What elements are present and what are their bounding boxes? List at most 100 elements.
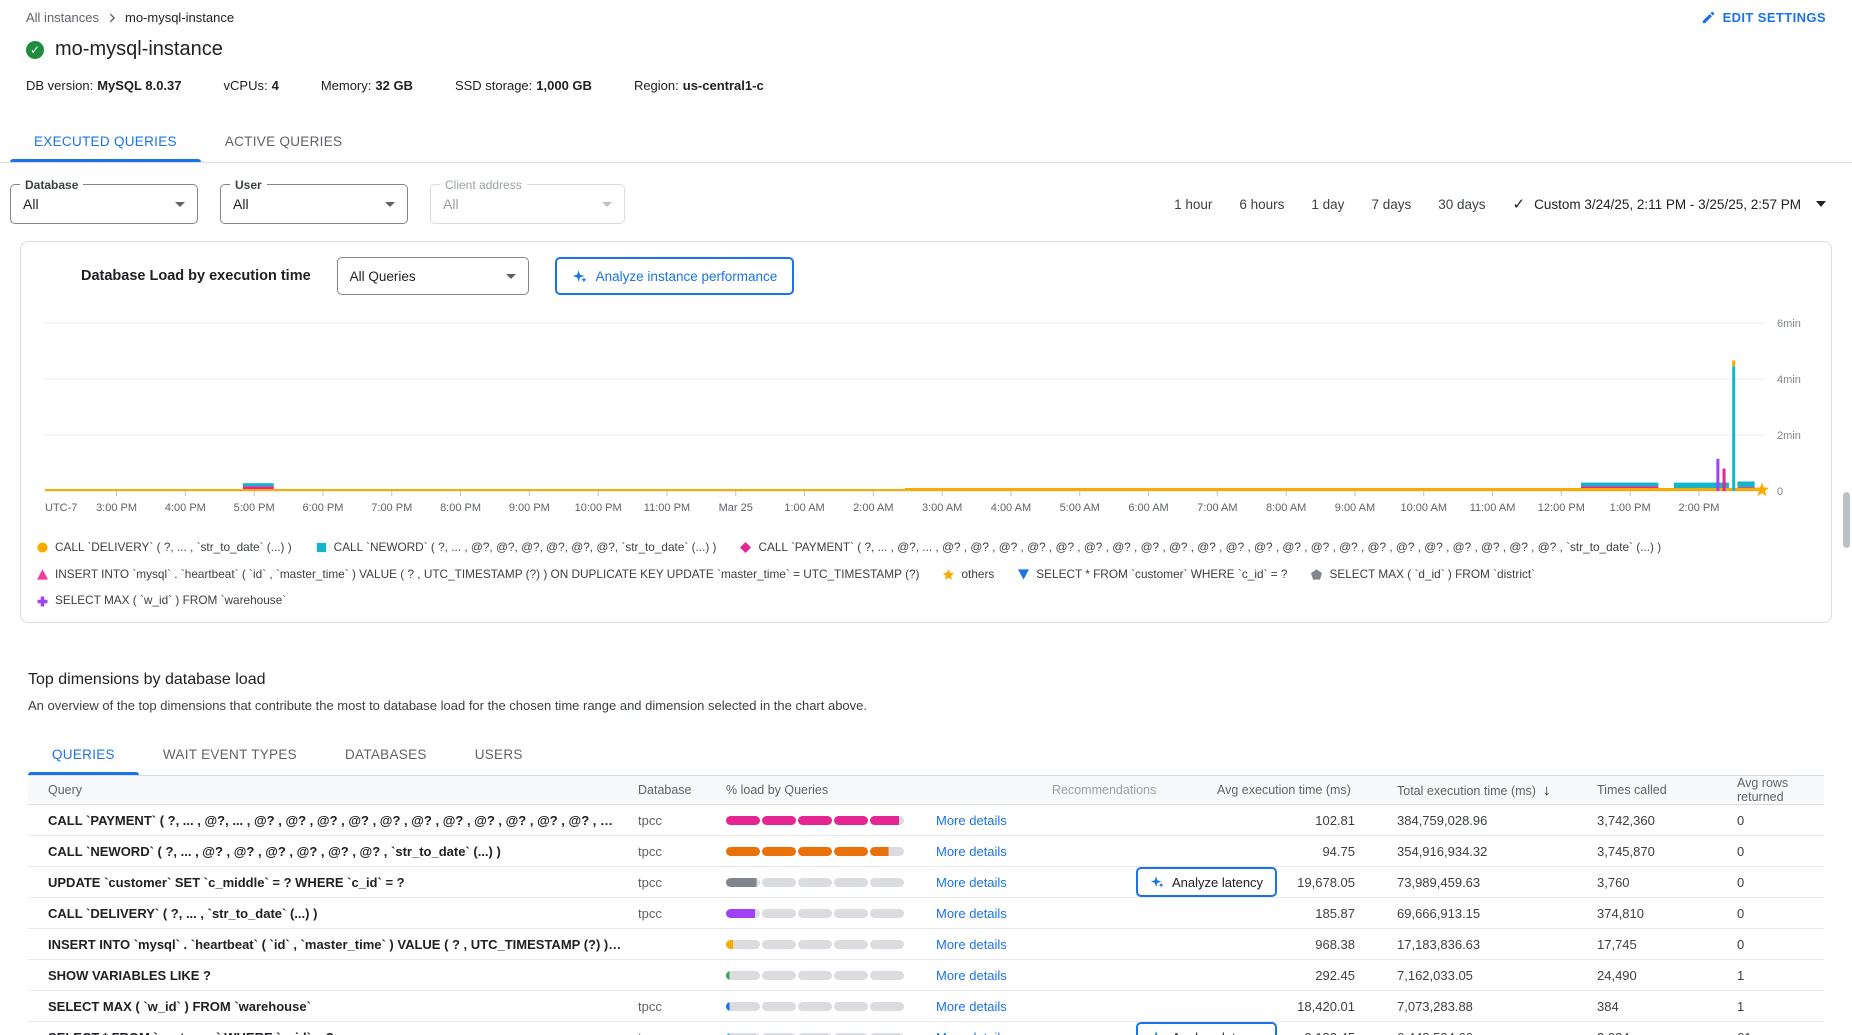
sort-descending-icon[interactable]: ↓: [1543, 782, 1551, 799]
column-header-label[interactable]: Avg execution time (ms): [1217, 783, 1351, 797]
load-bar: [726, 909, 904, 918]
table-row: UPDATE `customer` SET `c_middle` = ? WHE…: [28, 867, 1824, 898]
legend-item-others[interactable]: others: [943, 566, 994, 584]
vertical-scrollbar[interactable]: [1843, 492, 1850, 548]
meta-label: DB version:: [26, 78, 93, 93]
more-details-link[interactable]: More details: [936, 1030, 1007, 1035]
load-bar-segment: [870, 1002, 904, 1011]
legend-item-insert-into-mysql-h[interactable]: INSERT INTO `mysql` . `heartbeat` ( `id`…: [37, 566, 919, 584]
load-bar-segment: [726, 816, 760, 825]
table-row: CALL `DELIVERY` ( ?, ... , `str_to_date`…: [28, 898, 1824, 929]
column-header-label[interactable]: Database: [638, 783, 692, 797]
chevron-down-icon: [385, 202, 395, 207]
database-cell: tpcc: [638, 1030, 726, 1035]
avg-execution-time-cell: 94.75: [1217, 844, 1367, 859]
meta-value: MySQL 8.0.37: [97, 78, 181, 93]
custom-time-range[interactable]: ✓ Custom 3/24/25, 2:11 PM - 3/25/25, 2:5…: [1513, 195, 1826, 213]
legend-marker-diamond-icon: [740, 542, 751, 553]
dimension-tab-databases[interactable]: DATABASES: [321, 734, 451, 775]
database-filter[interactable]: Database All: [10, 184, 198, 224]
column-header-label[interactable]: Times called: [1597, 783, 1667, 797]
query-dimension-select[interactable]: All Queries: [337, 257, 529, 295]
column-header-label[interactable]: Query: [48, 783, 82, 797]
legend-label: SELECT MAX ( `w_id` ) FROM `warehouse`: [55, 592, 286, 610]
legend-item-call-delivery[interactable]: CALL `DELIVERY` ( ?, ... , `str_to_date`…: [37, 539, 292, 557]
legend-item-select-max-w-id-fr[interactable]: SELECT MAX ( `w_id` ) FROM `warehouse`: [37, 592, 286, 610]
chevron-down-icon: [506, 274, 516, 279]
load-bar-segment: [870, 816, 904, 825]
time-range-option-7-days[interactable]: 7 days: [1371, 197, 1411, 212]
column-header-label[interactable]: % load by Queries: [726, 783, 828, 797]
column-header-label[interactable]: Total execution time (ms): [1397, 784, 1536, 798]
analyze-instance-performance-label: Analyze instance performance: [596, 269, 778, 284]
column-header-label[interactable]: Avg rows returned: [1737, 776, 1788, 804]
time-range-option-1-hour[interactable]: 1 hour: [1174, 197, 1212, 212]
more-details-link[interactable]: More details: [936, 937, 1007, 952]
custom-time-range-label: Custom 3/24/25, 2:11 PM - 3/25/25, 2:57 …: [1534, 197, 1801, 212]
table-row: SELECT * FROM `customer` WHERE `c_id` = …: [28, 1022, 1824, 1035]
tab-executed-queries[interactable]: EXECUTED QUERIES: [10, 121, 201, 162]
column-header-times-called: Times called: [1597, 783, 1737, 797]
x-tick-label: 1:00 PM: [1610, 502, 1651, 514]
x-tick-label: 3:00 AM: [922, 502, 962, 514]
top-dimensions-section: Top dimensions by database load An overv…: [28, 671, 1824, 1035]
top-dimensions-title: Top dimensions by database load: [28, 671, 1824, 689]
load-bar: [726, 847, 904, 856]
load-bar-segment: [834, 909, 868, 918]
load-bar-segment: [798, 847, 832, 856]
load-cluster: [1737, 481, 1754, 487]
more-details-link[interactable]: More details: [936, 999, 1007, 1014]
load-spike: [1732, 366, 1735, 491]
user-filter[interactable]: User All: [220, 184, 408, 224]
legend-item-call-payment[interactable]: CALL `PAYMENT` ( ?, ... , @?, ... , @? ,…: [740, 539, 1661, 557]
table-header-row: Query Database % load by Queries Recommenda…: [28, 776, 1824, 805]
avg-rows-returned-cell: 0: [1737, 813, 1824, 828]
y-tick-label: 4min: [1777, 374, 1801, 386]
load-bar-segment: [834, 816, 868, 825]
database-cell: tpcc: [638, 906, 726, 921]
legend-marker-triangle-up-icon: [37, 569, 48, 580]
more-details-link[interactable]: More details: [936, 906, 1007, 921]
total-execution-time-cell: 384,759,028.96: [1397, 813, 1597, 828]
instance-title-row: ✓ mo-mysql-instance: [26, 38, 1826, 61]
x-tick-label: 6:00 AM: [1128, 502, 1168, 514]
more-details-link[interactable]: More details: [936, 968, 1007, 983]
analyze-instance-performance-button[interactable]: Analyze instance performance: [555, 257, 795, 295]
edit-settings-button[interactable]: EDIT SETTINGS: [1701, 10, 1826, 25]
recommendations-cell: Analyze latency: [1052, 1022, 1217, 1035]
load-spike: [1716, 459, 1719, 491]
legend-item-select-max-d-id-fr[interactable]: SELECT MAX ( `d_id` ) FROM `district`: [1311, 566, 1535, 584]
tab-active-queries[interactable]: ACTIVE QUERIES: [201, 121, 366, 162]
legend-item-call-neword[interactable]: CALL `NEWORD` ( ?, ... , @?, @?, @?, @?,…: [316, 539, 717, 557]
time-range-option-1-day[interactable]: 1 day: [1311, 197, 1344, 212]
y-tick-label: 6min: [1777, 318, 1801, 330]
dimension-tab-wait-event-types[interactable]: WAIT EVENT TYPES: [139, 734, 321, 775]
load-cluster: [1674, 483, 1729, 489]
total-execution-time-cell: 7,162,033.05: [1397, 968, 1597, 983]
dimension-tab-queries[interactable]: QUERIES: [28, 734, 139, 775]
more-details-link[interactable]: More details: [936, 844, 1007, 859]
legend-label: others: [961, 566, 994, 584]
load-chart-svg: 6min4min2minUTC-73:00 PM4:00 PM5:00 PM6:…: [35, 303, 1835, 537]
avg-rows-returned-cell: 61: [1737, 1030, 1824, 1035]
query-cell: SHOW VARIABLES LIKE ?: [28, 968, 638, 983]
status-ok-icon: ✓: [26, 41, 44, 59]
legend-item-select-from-customer[interactable]: SELECT * FROM `customer` WHERE `c_id` = …: [1018, 566, 1287, 584]
database-cell: tpcc: [638, 813, 726, 828]
more-details-link[interactable]: More details: [936, 875, 1007, 890]
load-bar: [726, 878, 904, 887]
column-header-label[interactable]: Recommendations: [1052, 783, 1156, 797]
query-cell: CALL `PAYMENT` ( ?, ... , @?, ... , @? ,…: [28, 813, 638, 828]
edit-settings-label: EDIT SETTINGS: [1723, 10, 1826, 25]
time-range-option-30-days[interactable]: 30 days: [1438, 197, 1485, 212]
load-bar-segment: [834, 878, 868, 887]
more-details-link[interactable]: More details: [936, 813, 1007, 828]
top-bar: All instances mo-mysql-instance EDIT SET…: [0, 0, 1852, 25]
dimension-tab-users[interactable]: USERS: [451, 734, 547, 775]
load-bar-segment: [870, 940, 904, 949]
meta-label: vCPUs:: [224, 78, 268, 93]
breadcrumb-all-instances[interactable]: All instances: [26, 10, 99, 25]
database-cell: tpcc: [638, 844, 726, 859]
time-range-option-6-hours[interactable]: 6 hours: [1239, 197, 1284, 212]
load-bar-segment: [762, 909, 796, 918]
